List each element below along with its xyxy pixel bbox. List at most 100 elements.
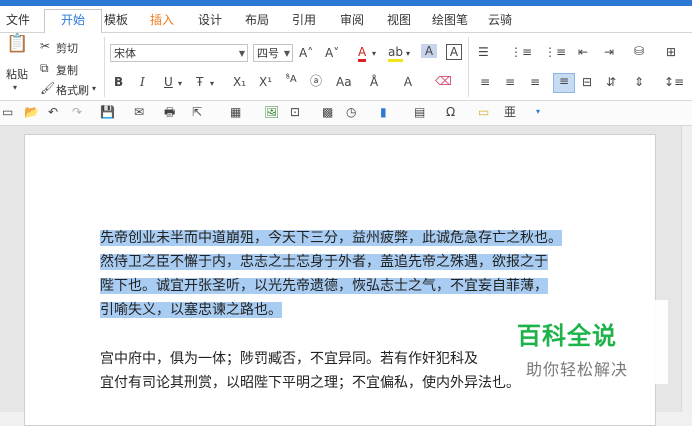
selected-text-line[interactable]: 然侍卫之臣不懈于内，忠志之士忘身于外者，盖追先帝之殊遇，欲报之于 <box>100 254 548 270</box>
email-icon[interactable]: ✉ <box>134 105 144 119</box>
underline-icon[interactable]: U <box>164 75 173 89</box>
paste-label[interactable]: 粘贴 <box>6 66 28 82</box>
quick-access-toolbar: ▭ 📂 ↶ ↷ 💾 ✉ 🖶 ⇱ ▦ 🖼 ⊡ ▩ ◷ ▮ ▤ Ω ▭ 亜 ▾ <box>0 101 692 126</box>
paragraph-2[interactable]: 宫中府中，俱为一体；陟罚臧否，不宜异同。若有作奸犯科及 宜付有司论其刑赏，以昭陛… <box>100 347 520 395</box>
shading-icon[interactable]: ⛁ <box>634 44 644 58</box>
increase-indent-icon[interactable]: ⇥ <box>604 45 614 59</box>
copy-label[interactable]: 复制 <box>56 62 78 78</box>
font-color-icon[interactable]: A <box>358 45 367 62</box>
borders-icon[interactable]: ⊞ <box>666 45 676 59</box>
clear-format-icon[interactable]: ⌫ <box>435 74 452 88</box>
select-pointer-icon[interactable]: ⇱ <box>192 105 202 119</box>
justify-icon[interactable]: ≡ <box>553 73 575 93</box>
selected-text-line[interactable]: 引喻失义，以塞忠谏之路也。 <box>100 302 282 318</box>
distributed-icon[interactable]: ⊟ <box>582 75 592 89</box>
cut-label[interactable]: 剪切 <box>56 40 78 56</box>
text-line[interactable]: 宫中府中，俱为一体；陟罚臧否，不宜异同。若有作奸犯科及 <box>100 347 520 371</box>
pinyin-icon[interactable]: 亜 <box>504 105 516 119</box>
text-effects-icon[interactable]: Ａ <box>402 75 414 89</box>
tab-view[interactable]: 视图 <box>385 10 413 30</box>
chevron-down-icon: ▼ <box>238 49 245 58</box>
tab-review[interactable]: 审阅 <box>338 10 366 30</box>
screenshot-icon[interactable]: ⊡ <box>290 105 300 119</box>
shapes-icon[interactable]: ◷ <box>346 105 356 119</box>
format-painter-dropdown-icon[interactable]: ▾ <box>92 82 96 96</box>
customize-toolbar-icon[interactable]: ▾ <box>536 105 540 119</box>
paste-dropdown-icon[interactable]: ▾ <box>13 81 17 95</box>
font-family-value: 宋体 <box>114 47 136 60</box>
tab-home[interactable]: 开始 <box>44 9 102 34</box>
group-separator <box>468 37 469 97</box>
watermark-slogan: 助你轻松解决 <box>526 360 629 379</box>
chart-icon[interactable]: ▮ <box>380 105 387 119</box>
group-separator <box>104 37 105 97</box>
tab-cloud[interactable]: 云骑 <box>486 10 514 30</box>
underline-dropdown-icon[interactable]: ▾ <box>178 77 182 91</box>
tab-layout[interactable]: 布局 <box>243 10 271 30</box>
cut-icon[interactable]: ✂ <box>40 39 50 53</box>
enclose-char-icon[interactable]: ⓐ <box>310 74 322 88</box>
print-icon[interactable]: 🖶 <box>164 105 175 119</box>
align-center-icon[interactable]: ≡ <box>505 75 515 89</box>
tab-design[interactable]: 设计 <box>196 10 224 30</box>
bullets-icon[interactable]: ☰ <box>478 45 489 59</box>
tab-references[interactable]: 引用 <box>290 10 318 30</box>
new-doc-icon[interactable]: ▭ <box>2 105 13 119</box>
superscript-icon[interactable]: X¹ <box>259 75 272 89</box>
textbox-icon[interactable]: ▤ <box>414 105 425 119</box>
paste-icon[interactable]: 📋 <box>6 35 28 59</box>
vertical-scrollbar[interactable] <box>681 126 692 412</box>
char-border-icon[interactable]: A <box>446 44 462 60</box>
char-spacing-icon[interactable]: Å <box>370 75 378 89</box>
italic-icon[interactable]: I <box>140 75 145 89</box>
watermark-logo: 百科全说 <box>517 322 617 350</box>
smartart-icon[interactable]: ▩ <box>322 105 333 119</box>
format-painter-icon[interactable]: 🖌 <box>40 81 55 95</box>
align-left-icon[interactable]: ≡ <box>480 75 490 89</box>
subscript-icon[interactable]: X₁ <box>233 75 246 89</box>
align-right-icon[interactable]: ≡ <box>530 75 540 89</box>
selected-text-line[interactable]: 先帝创业未半而中道崩殂，今天下三分，益州疲弊，此诚危急存亡之秋也。 <box>100 230 562 246</box>
font-size-select[interactable]: 四号 ▼ <box>253 44 293 62</box>
strikethrough-icon[interactable]: Ŧ <box>196 75 203 89</box>
chevron-down-icon: ▼ <box>283 49 290 58</box>
strikethrough-dropdown-icon[interactable]: ▾ <box>210 77 214 91</box>
undo-icon[interactable]: ↶ <box>48 105 58 119</box>
text-line[interactable]: 宜付有司论其刑赏，以昭陛下平明之理；不宜偏私，使内外异法也。 <box>100 371 520 395</box>
font-color-dropdown-icon[interactable]: ▾ <box>372 47 376 61</box>
ribbon-home: 📋 粘贴 ▾ ✂ 剪切 ⧉ 复制 🖌 格式刷 ▾ 宋体 ▼ 四号 ▼ A˄ A˅… <box>0 33 692 101</box>
symbol-icon[interactable]: Ω <box>446 105 455 119</box>
numbering-icon[interactable]: ⋮≡ <box>510 45 532 59</box>
decrease-indent-icon[interactable]: ⇤ <box>578 45 588 59</box>
tab-file[interactable]: 文件 <box>4 10 32 30</box>
font-family-select[interactable]: 宋体 ▼ <box>110 44 248 62</box>
char-shading-icon[interactable]: A <box>421 44 437 58</box>
comment-icon[interactable]: ▭ <box>478 105 489 119</box>
font-size-value: 四号 <box>257 47 279 60</box>
bold-icon[interactable]: B <box>114 75 123 89</box>
multilevel-list-icon[interactable]: ⋮≡ <box>544 45 566 59</box>
format-painter-label[interactable]: 格式刷 <box>56 82 89 98</box>
line-spacing-icon[interactable]: ⇕ <box>634 75 644 89</box>
text-direction-icon[interactable]: ⇵ <box>606 75 616 89</box>
paragraph-settings-icon[interactable]: ↕≡ <box>664 75 684 89</box>
redo-icon[interactable]: ↷ <box>72 105 82 119</box>
highlight-dropdown-icon[interactable]: ▾ <box>406 47 410 61</box>
open-folder-icon[interactable]: 📂 <box>24 105 39 119</box>
paragraph-1[interactable]: 先帝创业未半而中道崩殂，今天下三分，益州疲弊，此诚危急存亡之秋也。 然侍卫之臣不… <box>100 226 562 322</box>
watermark: 百科全说 助你轻松解决 <box>500 300 668 384</box>
copy-icon[interactable]: ⧉ <box>40 61 49 75</box>
picture-icon[interactable]: 🖼 <box>264 105 279 119</box>
shrink-font-icon[interactable]: A˅ <box>325 46 339 60</box>
tab-insert[interactable]: 插入 <box>148 10 176 30</box>
tab-draw[interactable]: 绘图笔 <box>430 10 470 30</box>
phonetic-guide-icon[interactable]: ᵃ̊A <box>286 73 297 87</box>
selected-text-line[interactable]: 陛下也。诚宜开张圣听，以光先帝遗德，恢弘志士之气，不宜妄自菲薄， <box>100 278 548 294</box>
highlight-icon[interactable]: ab <box>388 45 403 62</box>
tab-template[interactable]: 模板 <box>102 10 130 30</box>
grow-font-icon[interactable]: A˄ <box>299 46 313 60</box>
change-case-icon[interactable]: Aa <box>336 75 352 89</box>
table-icon[interactable]: ▦ <box>230 105 241 119</box>
ribbon-tab-bar: 文件 开始 模板 插入 设计 布局 引用 审阅 视图 绘图笔 云骑 <box>0 6 692 34</box>
save-icon[interactable]: 💾 <box>100 105 115 119</box>
